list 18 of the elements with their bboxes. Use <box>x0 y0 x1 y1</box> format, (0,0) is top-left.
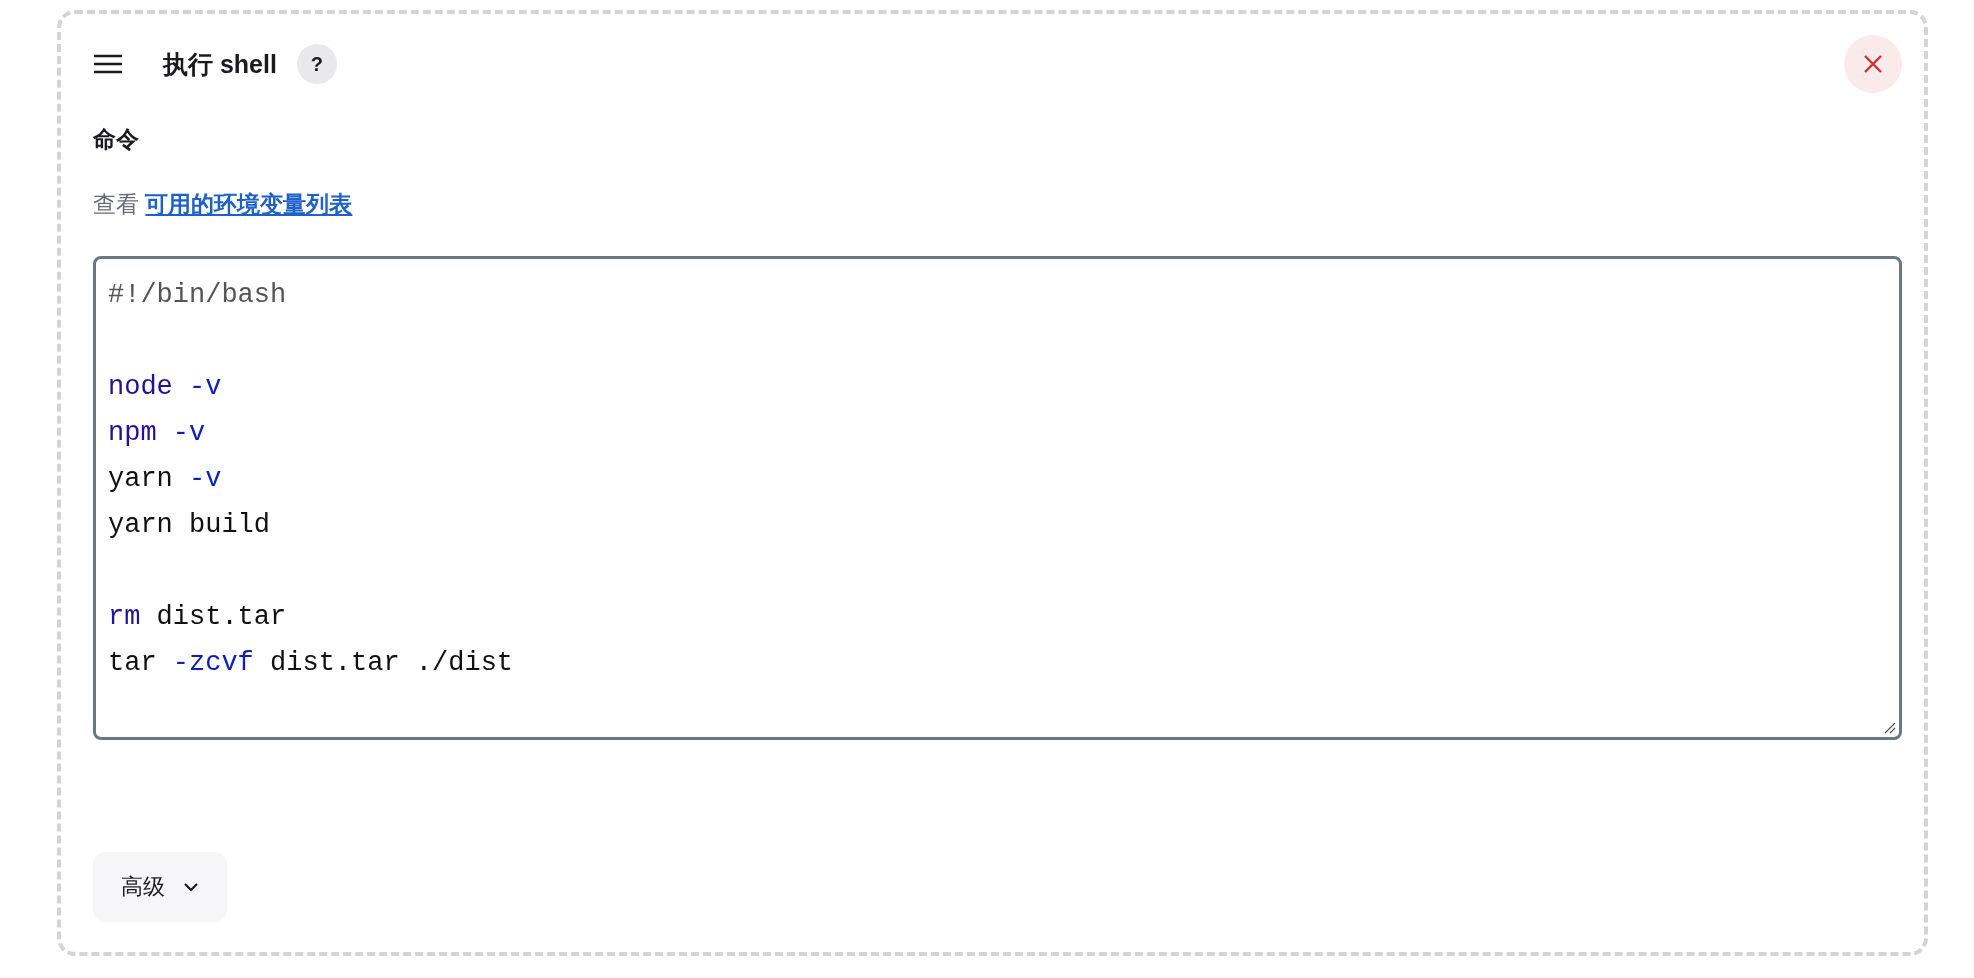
code-line: rm dist.tar <box>108 601 287 634</box>
menu-icon[interactable] <box>93 54 123 74</box>
env-vars-link[interactable]: 可用的环境变量列表 <box>145 191 353 217</box>
code-line: yarn build <box>108 509 271 542</box>
advanced-button[interactable]: 高级 <box>93 852 227 922</box>
help-text: 查看 可用的环境变量列表 <box>93 190 354 219</box>
resize-grip-icon[interactable] <box>1884 722 1896 734</box>
chevron-down-icon <box>183 882 199 892</box>
section-title: 执行 shell <box>163 48 277 80</box>
field-label: 命令 <box>93 125 140 154</box>
code-line: node -v <box>108 371 222 404</box>
code-line: tar -zcvf dist.tar ./dist <box>108 647 514 680</box>
code-line: #!/bin/bash <box>108 279 287 312</box>
code-line: yarn -v <box>108 463 222 496</box>
help-button[interactable]: ? <box>296 44 337 84</box>
close-icon <box>1863 54 1883 74</box>
code-editor[interactable]: #!/bin/bash node -v npm -v yarn -v yarn build rm dist.tar tar -zcvf dist.tar ./dist <box>93 256 1902 740</box>
code-line: npm -v <box>108 417 206 450</box>
